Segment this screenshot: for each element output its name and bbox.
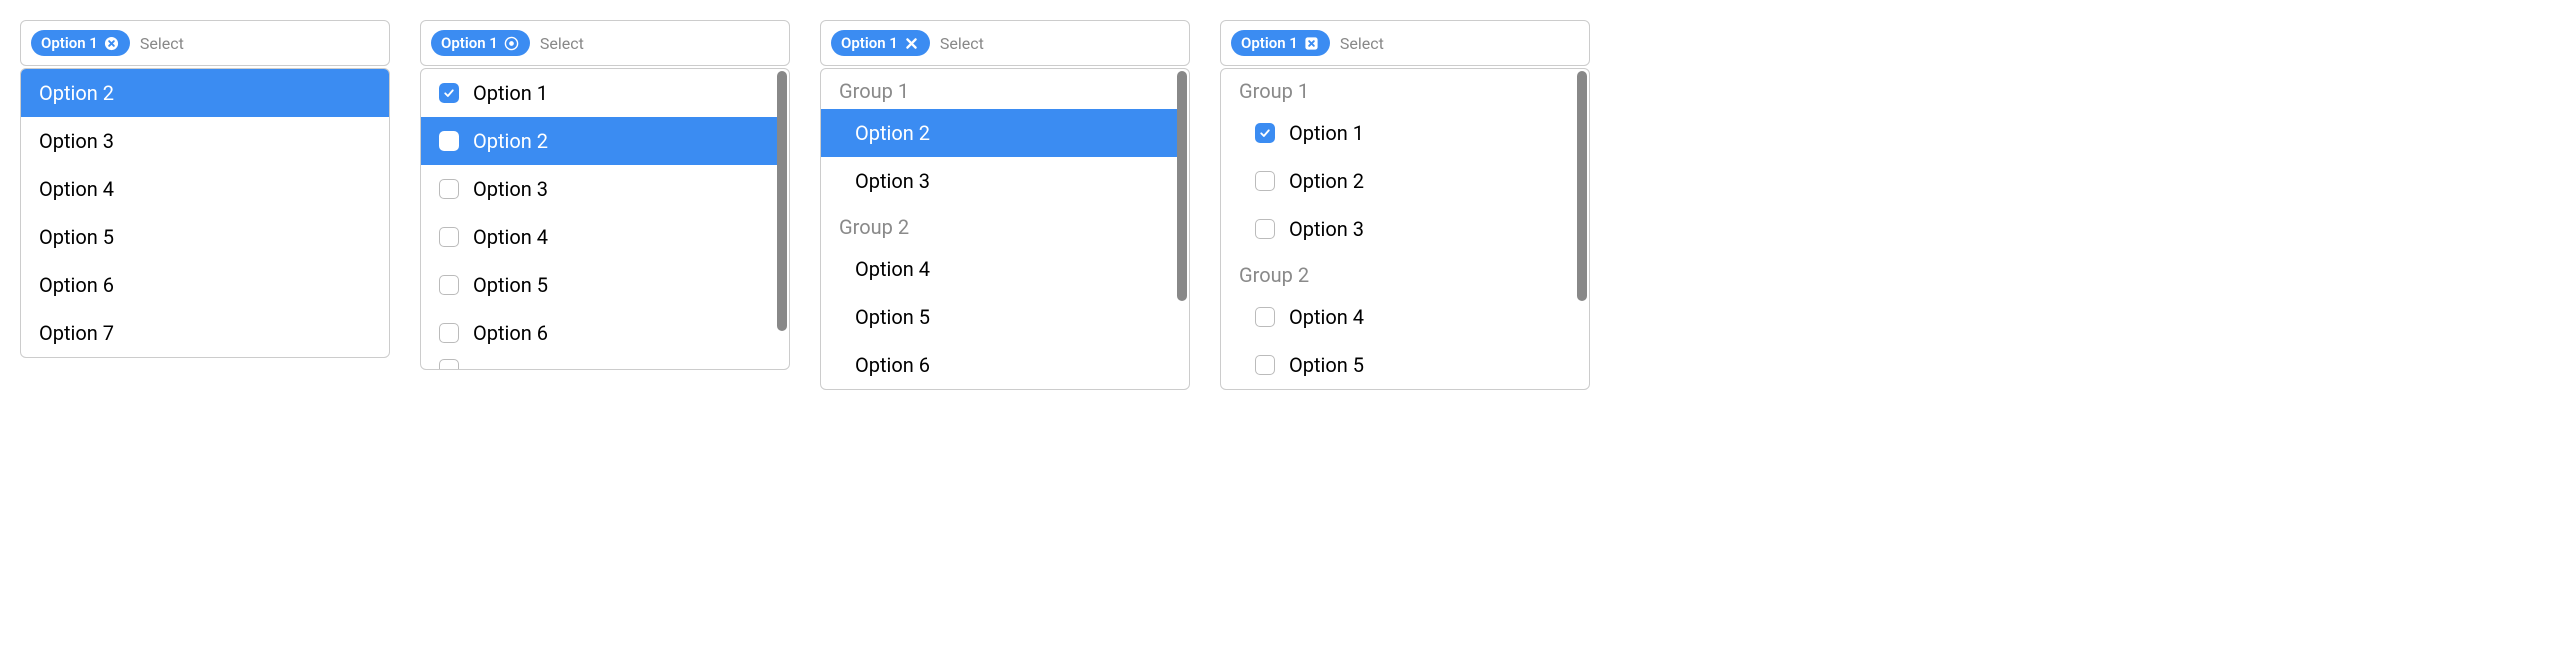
scrollbar-thumb[interactable] xyxy=(777,71,787,331)
scrollbar[interactable] xyxy=(777,71,787,367)
option-label: Option 6 xyxy=(855,353,930,377)
select-input[interactable]: Option 1 Select xyxy=(820,20,1190,66)
option-label: Option 3 xyxy=(855,169,930,193)
dropdown-panel: Group 1 Option 1 Option 2 Option 3 Group 2 Op… xyxy=(1220,68,1590,390)
option-checkbox[interactable] xyxy=(1255,307,1275,327)
remove-chip-icon[interactable] xyxy=(904,35,920,51)
option-checkbox[interactable] xyxy=(439,359,459,369)
remove-chip-icon[interactable] xyxy=(504,35,520,51)
chip-label: Option 1 xyxy=(41,34,98,52)
option-label: Option 1 xyxy=(1289,121,1364,145)
option-label: Option 1 xyxy=(473,81,548,105)
select-input[interactable]: Option 1 Select xyxy=(20,20,390,66)
dropdown-option[interactable]: Option 5 xyxy=(821,293,1177,341)
option-label: Option 2 xyxy=(39,81,114,105)
option-label: Option 6 xyxy=(39,273,114,297)
option-checkbox[interactable] xyxy=(439,275,459,295)
chip-label: Option 1 xyxy=(1241,34,1298,52)
dropdown-option[interactable]: Option 3 xyxy=(21,117,389,165)
option-checkbox[interactable] xyxy=(439,323,459,343)
dropdown-option[interactable]: Option 5 xyxy=(1221,341,1577,389)
option-label: Option 3 xyxy=(39,129,114,153)
select-widget: Option 1SelectOption 2Option 3Option 4Op… xyxy=(20,20,390,358)
dropdown-option[interactable]: Option 4 xyxy=(1221,293,1577,341)
select-placeholder: Select xyxy=(540,34,584,53)
option-label: Option 2 xyxy=(855,121,930,145)
remove-chip-icon[interactable] xyxy=(1304,35,1320,51)
option-checkbox[interactable] xyxy=(1255,219,1275,239)
option-label: Option 3 xyxy=(473,177,548,201)
select-placeholder: Select xyxy=(1340,34,1384,53)
dropdown-option[interactable]: Option 6 xyxy=(421,309,777,357)
select-input[interactable]: Option 1 Select xyxy=(420,20,790,66)
dropdown-option[interactable]: Option 2 xyxy=(421,117,777,165)
option-label: Option 2 xyxy=(473,129,548,153)
dropdown-option[interactable]: Option 5 xyxy=(21,213,389,261)
dropdown-option[interactable]: Option 3 xyxy=(1221,205,1577,253)
dropdown-option[interactable]: Option 7 xyxy=(21,309,389,357)
group-label: Group 2 xyxy=(821,205,1177,245)
option-label: Option 4 xyxy=(473,225,548,249)
scrollbar[interactable] xyxy=(1177,71,1187,387)
option-label: Option 7 xyxy=(39,321,114,345)
select-input[interactable]: Option 1 Select xyxy=(1220,20,1590,66)
option-label: Option 4 xyxy=(855,257,930,281)
dropdown-option[interactable]: Option 2 xyxy=(21,69,389,117)
dropdown-panel: Option 1 Option 2 Option 3 Option 4 Option 5… xyxy=(420,68,790,370)
select-placeholder: Select xyxy=(940,34,984,53)
scrollbar-thumb[interactable] xyxy=(1577,71,1587,301)
dropdown-option[interactable]: Option 2 xyxy=(821,109,1177,157)
dropdown-option[interactable]: Option 3 xyxy=(421,165,777,213)
option-label: Option 6 xyxy=(473,321,548,345)
option-checkbox[interactable] xyxy=(439,227,459,247)
option-label: Option 4 xyxy=(1289,305,1364,329)
chip-label: Option 1 xyxy=(441,34,498,52)
group-label: Group 1 xyxy=(1221,69,1577,109)
option-label: Option 5 xyxy=(855,305,930,329)
dropdown-option[interactable]: Option 1 xyxy=(421,69,777,117)
option-label: Option 5 xyxy=(473,273,548,297)
option-checkbox[interactable] xyxy=(1255,355,1275,375)
dropdown-option[interactable]: Option 6 xyxy=(821,341,1177,389)
dropdown-option[interactable]: Option 4 xyxy=(421,213,777,261)
selected-chip: Option 1 xyxy=(1231,30,1330,56)
option-checkbox[interactable] xyxy=(1255,171,1275,191)
scrollbar[interactable] xyxy=(1577,71,1587,387)
dropdown-panel: Group 1 Option 2 Option 3 Group 2 Option 4 Op… xyxy=(820,68,1190,390)
selected-chip: Option 1 xyxy=(31,30,130,56)
selected-chip: Option 1 xyxy=(431,30,530,56)
group-label: Group 1 xyxy=(821,69,1177,109)
option-label: Option 3 xyxy=(1289,217,1364,241)
option-checkbox[interactable] xyxy=(1255,123,1275,143)
dropdown-option[interactable]: Option 3 xyxy=(821,157,1177,205)
selected-chip: Option 1 xyxy=(831,30,930,56)
option-checkbox[interactable] xyxy=(439,131,459,151)
dropdown-panel: Option 2 Option 3 Option 4 Option 5 Option 6… xyxy=(20,68,390,358)
dropdown-option[interactable]: Option 6 xyxy=(21,261,389,309)
select-widget: Option 1 Select Group 1 Option 1 Option 2 Opt… xyxy=(1220,20,1590,390)
dropdown-option-partial[interactable] xyxy=(421,357,777,369)
dropdown-option[interactable]: Option 4 xyxy=(821,245,1177,293)
dropdown-option[interactable]: Option 4 xyxy=(21,165,389,213)
option-label: Option 5 xyxy=(39,225,114,249)
dropdown-option[interactable]: Option 2 xyxy=(1221,157,1577,205)
select-widget: Option 1SelectOption 1Option 2Option 3Op… xyxy=(420,20,790,370)
option-label: Option 2 xyxy=(1289,169,1364,193)
option-checkbox[interactable] xyxy=(439,179,459,199)
select-placeholder: Select xyxy=(140,34,184,53)
scrollbar-thumb[interactable] xyxy=(1177,71,1187,301)
select-widget: Option 1SelectGroup 1Option 2Option 3Gro… xyxy=(820,20,1190,390)
dropdown-option[interactable]: Option 1 xyxy=(1221,109,1577,157)
chip-label: Option 1 xyxy=(841,34,898,52)
dropdown-option[interactable]: Option 5 xyxy=(421,261,777,309)
remove-chip-icon[interactable] xyxy=(104,35,120,51)
option-checkbox[interactable] xyxy=(439,83,459,103)
option-label: Option 5 xyxy=(1289,353,1364,377)
option-label: Option 4 xyxy=(39,177,114,201)
group-label: Group 2 xyxy=(1221,253,1577,293)
